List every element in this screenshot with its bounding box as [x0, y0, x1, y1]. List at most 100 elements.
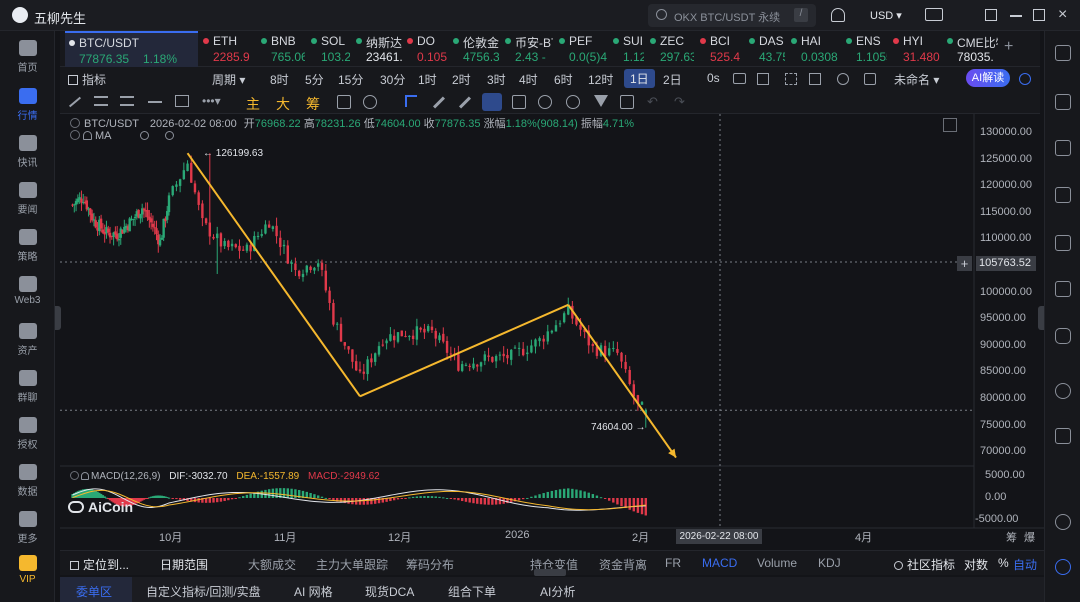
liquidation-button[interactable]: 爆	[1024, 529, 1035, 545]
indicator-tab-2[interactable]: 筹码分布	[406, 556, 454, 573]
period-7[interactable]: 4时	[519, 71, 538, 88]
log-scale-toggle[interactable]: 对数	[964, 556, 988, 573]
ticker-8[interactable]: PEF 0.0(5)4	[555, 31, 607, 67]
indicator-tab-7[interactable]: Volume	[757, 556, 797, 570]
ticker-3[interactable]: SOL 103.29	[307, 31, 350, 67]
zero-seconds[interactable]: 0s	[707, 71, 720, 85]
channel-tool-icon[interactable]	[120, 96, 134, 106]
close-icon[interactable]: ×	[1058, 6, 1067, 24]
trash-icon[interactable]	[620, 95, 634, 109]
nav-item-data[interactable]: 数据	[0, 464, 55, 498]
ai-interpret-button[interactable]: AI解读	[966, 69, 1010, 87]
nav-item-strategy[interactable]: 策略	[0, 229, 55, 263]
percent-toggle[interactable]: %	[998, 556, 1009, 570]
period-1[interactable]: 5分	[305, 71, 324, 88]
ticker-5[interactable]: DO 0.1053	[403, 31, 447, 67]
nav-item-authorize[interactable]: 授权	[0, 417, 55, 451]
compare-icon[interactable]	[337, 95, 351, 109]
ticker-1[interactable]: ETH 2285.9	[199, 31, 255, 67]
horizontal-line-icon[interactable]	[148, 101, 162, 103]
ticker-12[interactable]: DAS 43.75	[745, 31, 785, 67]
main-chart-toggle[interactable]: 主	[246, 94, 260, 114]
positions-icon[interactable]	[1055, 281, 1071, 297]
hexagon-icon[interactable]	[1055, 328, 1071, 344]
chips-toggle[interactable]: 筹	[306, 94, 320, 114]
community-indicator[interactable]: 社区指标	[894, 556, 955, 573]
maximize-icon[interactable]	[1033, 9, 1045, 21]
nav-item-home[interactable]: 首页	[0, 40, 55, 74]
footer-tab-2[interactable]: AI 网格	[294, 583, 333, 600]
currency-select[interactable]: USD ▾	[870, 9, 902, 22]
footer-tab-5[interactable]: AI分析	[540, 583, 575, 600]
nav-item-chat[interactable]: 群聊	[0, 370, 55, 404]
period-8[interactable]: 6时	[554, 71, 573, 88]
translate-icon[interactable]	[1055, 428, 1071, 444]
nav-item-assets[interactable]: 资产	[0, 323, 55, 357]
footer-tab-4[interactable]: 组合下单	[448, 583, 496, 600]
cycle-button[interactable]: 周期 ▾	[212, 71, 245, 88]
footer-tab-0[interactable]: 委单区	[76, 583, 112, 600]
ticker-7[interactable]: 币安-BT2.43 -	[501, 31, 553, 67]
indicator-tab-4[interactable]: 资金背离	[599, 556, 647, 573]
indicator-tab-8[interactable]: KDJ	[818, 556, 841, 570]
brush-icon[interactable]	[432, 96, 446, 109]
assistant-icon[interactable]	[1055, 559, 1071, 575]
bell-icon[interactable]	[831, 8, 845, 22]
undo-icon[interactable]: ↶	[647, 94, 658, 110]
notes-icon[interactable]	[1055, 140, 1071, 156]
alert-icon[interactable]	[363, 95, 377, 109]
nav-item-flash-news[interactable]: 快讯	[0, 135, 55, 169]
nav-item-news[interactable]: 要闻	[0, 182, 55, 216]
period-5[interactable]: 2时	[452, 71, 471, 88]
eye-icon[interactable]	[538, 95, 552, 109]
support-icon[interactable]	[1055, 514, 1071, 530]
collapse-left-handle[interactable]	[55, 306, 61, 330]
add-ticker-icon[interactable]: +	[1004, 38, 1013, 56]
crosshair-add-icon[interactable]: +	[957, 256, 972, 271]
split-icon[interactable]	[809, 73, 821, 85]
line-tool-icon[interactable]	[68, 96, 82, 108]
settings-icon[interactable]	[837, 73, 849, 85]
watchlist-icon[interactable]	[1055, 187, 1071, 203]
period-2[interactable]: 15分	[338, 71, 363, 88]
ticker-13[interactable]: HAI 0.0308	[787, 31, 840, 67]
indicator-button[interactable]: 指标	[68, 71, 106, 88]
more-tools-icon[interactable]: •••▾	[202, 94, 221, 108]
indicator-tab-0[interactable]: 大额成交	[248, 556, 296, 573]
ticker-16[interactable]: CME比特78035.	[943, 31, 998, 67]
minimize-icon[interactable]	[1010, 15, 1022, 17]
rectangle-tool-icon[interactable]	[175, 95, 189, 107]
ticker-0[interactable]: BTC/USDT 77876.35 1.18%	[65, 31, 198, 67]
layout-icon[interactable]	[757, 73, 769, 85]
swap-icon[interactable]	[1055, 383, 1071, 399]
template-icon[interactable]	[864, 73, 876, 85]
link-icon[interactable]	[566, 95, 580, 109]
redo-icon[interactable]: ↷	[674, 94, 685, 110]
magnet-icon[interactable]	[482, 93, 502, 111]
period-11[interactable]: 2日	[663, 71, 682, 88]
unnamed-layout[interactable]: 未命名 ▾	[894, 71, 939, 88]
ticker-11[interactable]: BCI 525.4	[696, 31, 743, 67]
camera-icon[interactable]	[733, 73, 746, 84]
share-icon[interactable]	[1019, 73, 1031, 85]
indicator-tab-6[interactable]: MACD	[702, 556, 737, 570]
locate-button[interactable]: 定位到...	[70, 556, 129, 573]
filter-icon[interactable]	[594, 95, 608, 107]
auto-scale-toggle[interactable]: 自动	[1013, 556, 1037, 573]
search-input[interactable]: OKX BTC/USDT 永续 /	[648, 4, 816, 27]
layout-panel-icon[interactable]	[1055, 45, 1071, 61]
period-0[interactable]: 8时	[270, 71, 289, 88]
alerts-panel-icon[interactable]	[1055, 235, 1071, 251]
date-range-button[interactable]: 日期范围	[160, 556, 208, 573]
period-3[interactable]: 30分	[380, 71, 405, 88]
indicator-tab-5[interactable]: FR	[665, 556, 681, 570]
mail-icon[interactable]	[925, 8, 943, 21]
lock-icon[interactable]	[512, 95, 526, 109]
ticker-2[interactable]: BNB 765.06	[257, 31, 305, 67]
period-9[interactable]: 12时	[588, 71, 613, 88]
orderbook-icon[interactable]	[1055, 94, 1071, 110]
period-10[interactable]: 1日	[624, 69, 655, 88]
ticker-4[interactable]: 纳斯达克23461.	[352, 31, 402, 67]
nav-item-web3[interactable]: Web3	[0, 276, 55, 306]
period-6[interactable]: 3时	[487, 71, 506, 88]
